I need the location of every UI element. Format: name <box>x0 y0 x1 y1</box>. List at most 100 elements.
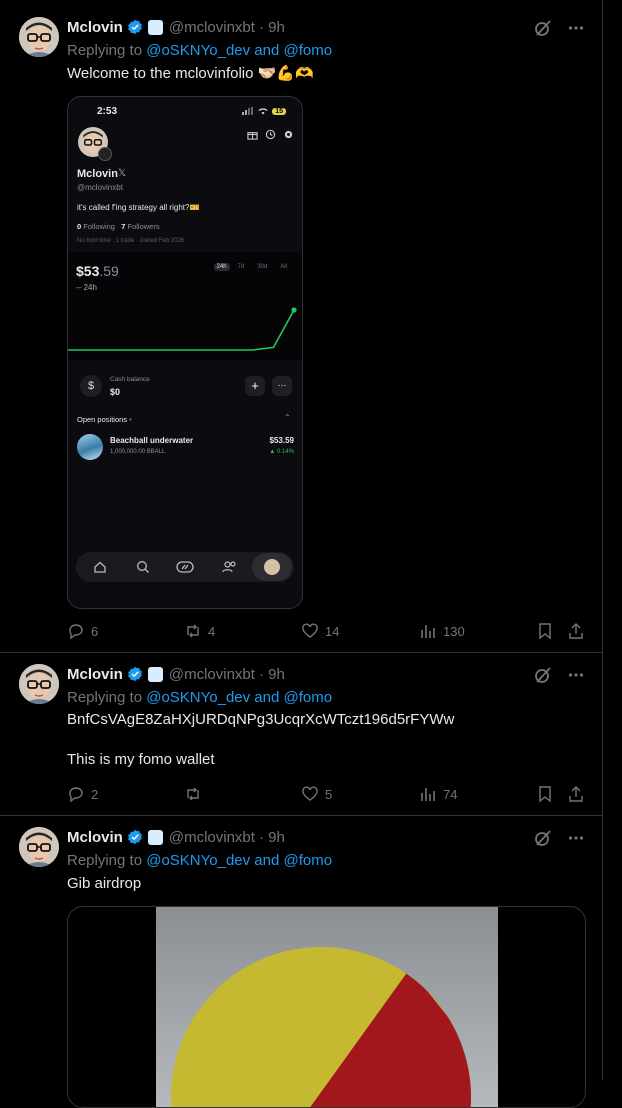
beachball-image <box>171 947 471 1107</box>
phone-bio: it's called f'ing strategy all right?🎫 <box>77 203 200 212</box>
followers-label: Followers <box>127 222 160 231</box>
trade-count: 1 trade <box>115 238 135 244</box>
handle[interactable]: @mclovinxbt <box>169 666 255 683</box>
handle[interactable]: @mclovinxbt <box>169 829 255 846</box>
replying-users-link[interactable]: @oSKNYo_dev and @fomo <box>146 852 332 869</box>
bookmark-button[interactable] <box>536 784 554 804</box>
replying-users-link[interactable]: @oSKNYo_dev and @fomo <box>146 42 332 59</box>
tweet-top-actions <box>534 666 584 684</box>
edit-avatar-icon <box>98 147 112 161</box>
views-icon <box>421 625 435 638</box>
tweet-actions: 6 4 14 130 <box>67 621 587 641</box>
tweet-text: This is my fomo wallet <box>67 751 215 768</box>
tweet[interactable]: Mclovin @mclovinxbt · 9h Replying to @oS… <box>0 0 602 653</box>
tweet[interactable]: Mclovin @mclovinxbt · 9h Replying to @oS… <box>0 652 602 816</box>
like-count: 14 <box>325 623 340 639</box>
display-name[interactable]: Mclovin <box>67 829 123 846</box>
home-icon <box>94 561 106 573</box>
avatar[interactable] <box>19 664 59 704</box>
phone-meta-row: No hold time 1 trade Joined Feb 2026 <box>77 238 184 244</box>
replying-to: Replying to @oSKNYo_dev and @fomo <box>67 42 332 59</box>
position-name: Beachball underwater <box>110 436 194 445</box>
affiliate-badge-icon[interactable] <box>147 19 163 35</box>
replying-users-link[interactable]: @oSKNYo_dev and @fomo <box>146 689 332 706</box>
replying-prefix: Replying to <box>67 852 147 869</box>
grok-icon[interactable] <box>534 19 552 37</box>
phone-follow-stats: 0 Following 7 Followers <box>77 222 160 231</box>
positions-label-text: Open positions <box>77 415 128 424</box>
share-icon <box>569 623 583 639</box>
grok-icon[interactable] <box>534 829 552 847</box>
cash-label: Cash balance <box>110 376 150 383</box>
share-button[interactable] <box>567 784 585 804</box>
phone-status-icons: 15 <box>242 107 286 115</box>
settings-gear-icon <box>284 130 293 139</box>
phone-profile-name: Mclovin <box>77 168 118 180</box>
portfolio-series-line <box>68 309 295 351</box>
handle[interactable]: @mclovinxbt <box>169 19 255 36</box>
replying-to: Replying to @oSKNYo_dev and @fomo <box>67 852 332 869</box>
views-icon <box>421 788 435 801</box>
tweet-media-image[interactable]: 2:53 15 Mclovin 𝕏 @mclovinxbt it's calle… <box>67 96 303 609</box>
tweet-header: Mclovin @mclovinxbt · 9h <box>67 827 285 847</box>
display-name[interactable]: Mclovin <box>67 19 123 36</box>
cash-more-icon: ··· <box>272 376 292 396</box>
like-button[interactable]: 14 <box>301 621 339 641</box>
heart-icon <box>302 623 318 638</box>
repost-button[interactable]: 4 <box>184 621 215 641</box>
friends-icon <box>222 561 236 573</box>
display-name[interactable]: Mclovin <box>67 666 123 683</box>
portfolio-value: $53.59 <box>76 263 119 279</box>
timestamp[interactable]: · 9h <box>259 666 285 683</box>
cash-value: $0 <box>110 387 121 397</box>
more-icon[interactable] <box>568 20 584 36</box>
value-cents: .59 <box>99 263 119 279</box>
tweet-media-image[interactable] <box>67 906 586 1108</box>
phone-clock: 2:53 <box>97 106 118 117</box>
reply-count: 6 <box>91 623 99 639</box>
beachball-photo <box>156 907 498 1107</box>
beachball-token-icon <box>77 434 103 460</box>
repost-button[interactable] <box>184 784 208 804</box>
timestamp[interactable]: · 9h <box>259 829 285 846</box>
position-change: ▲ 0.14% <box>269 449 294 455</box>
tweet-header: Mclovin @mclovinxbt · 9h <box>67 664 285 684</box>
reply-button[interactable]: 6 <box>67 621 98 641</box>
position-amount: 1,000,000.00 BBALL <box>110 449 166 455</box>
affiliate-badge-icon[interactable] <box>147 666 163 682</box>
portfolio-line-chart <box>68 307 297 351</box>
like-count: 5 <box>325 786 333 802</box>
verified-badge-icon <box>127 19 142 35</box>
like-button[interactable]: 5 <box>301 784 332 804</box>
reply-icon <box>69 624 83 640</box>
avatar[interactable] <box>19 17 59 57</box>
bookmark-button[interactable] <box>536 621 554 641</box>
views-button[interactable]: 74 <box>419 784 457 804</box>
x-logo-icon: 𝕏 <box>118 168 127 179</box>
replying-to: Replying to @oSKNYo_dev and @fomo <box>67 689 332 706</box>
following-label: Following <box>83 222 115 231</box>
more-icon[interactable] <box>568 667 584 683</box>
wifi-icon <box>258 108 268 115</box>
cash-dollar-icon: $ <box>80 375 102 397</box>
more-icon[interactable] <box>568 830 584 846</box>
battery-icon: 15 <box>272 107 286 115</box>
range-tab: 30d <box>257 264 268 270</box>
views-button[interactable]: 130 <box>419 621 465 641</box>
tweet-text: Welcome to the mclovinfolio 🫱🏻‍🫲🏼💪🫶 <box>67 65 314 82</box>
avatar[interactable] <box>19 827 59 867</box>
share-button[interactable] <box>567 621 585 641</box>
history-icon <box>265 129 276 140</box>
heart-icon <box>302 786 318 801</box>
replying-prefix: Replying to <box>67 689 147 706</box>
collapse-chevron-icon: ⌃ <box>284 413 291 422</box>
affiliate-badge-icon[interactable] <box>147 829 163 845</box>
tweet-top-actions <box>534 19 584 37</box>
timestamp[interactable]: · 9h <box>259 19 285 36</box>
verified-badge-icon <box>127 829 142 845</box>
reply-button[interactable]: 2 <box>67 784 98 804</box>
replying-prefix: Replying to <box>67 42 147 59</box>
grok-icon[interactable] <box>534 666 552 684</box>
timeline: Mclovin @mclovinxbt · 9h Replying to @oS… <box>0 0 603 1108</box>
tweet-text-wallet: BnfCsVAgE8ZaHXjURDqNPg3UcqrXcWTczt196d5r… <box>67 711 455 728</box>
